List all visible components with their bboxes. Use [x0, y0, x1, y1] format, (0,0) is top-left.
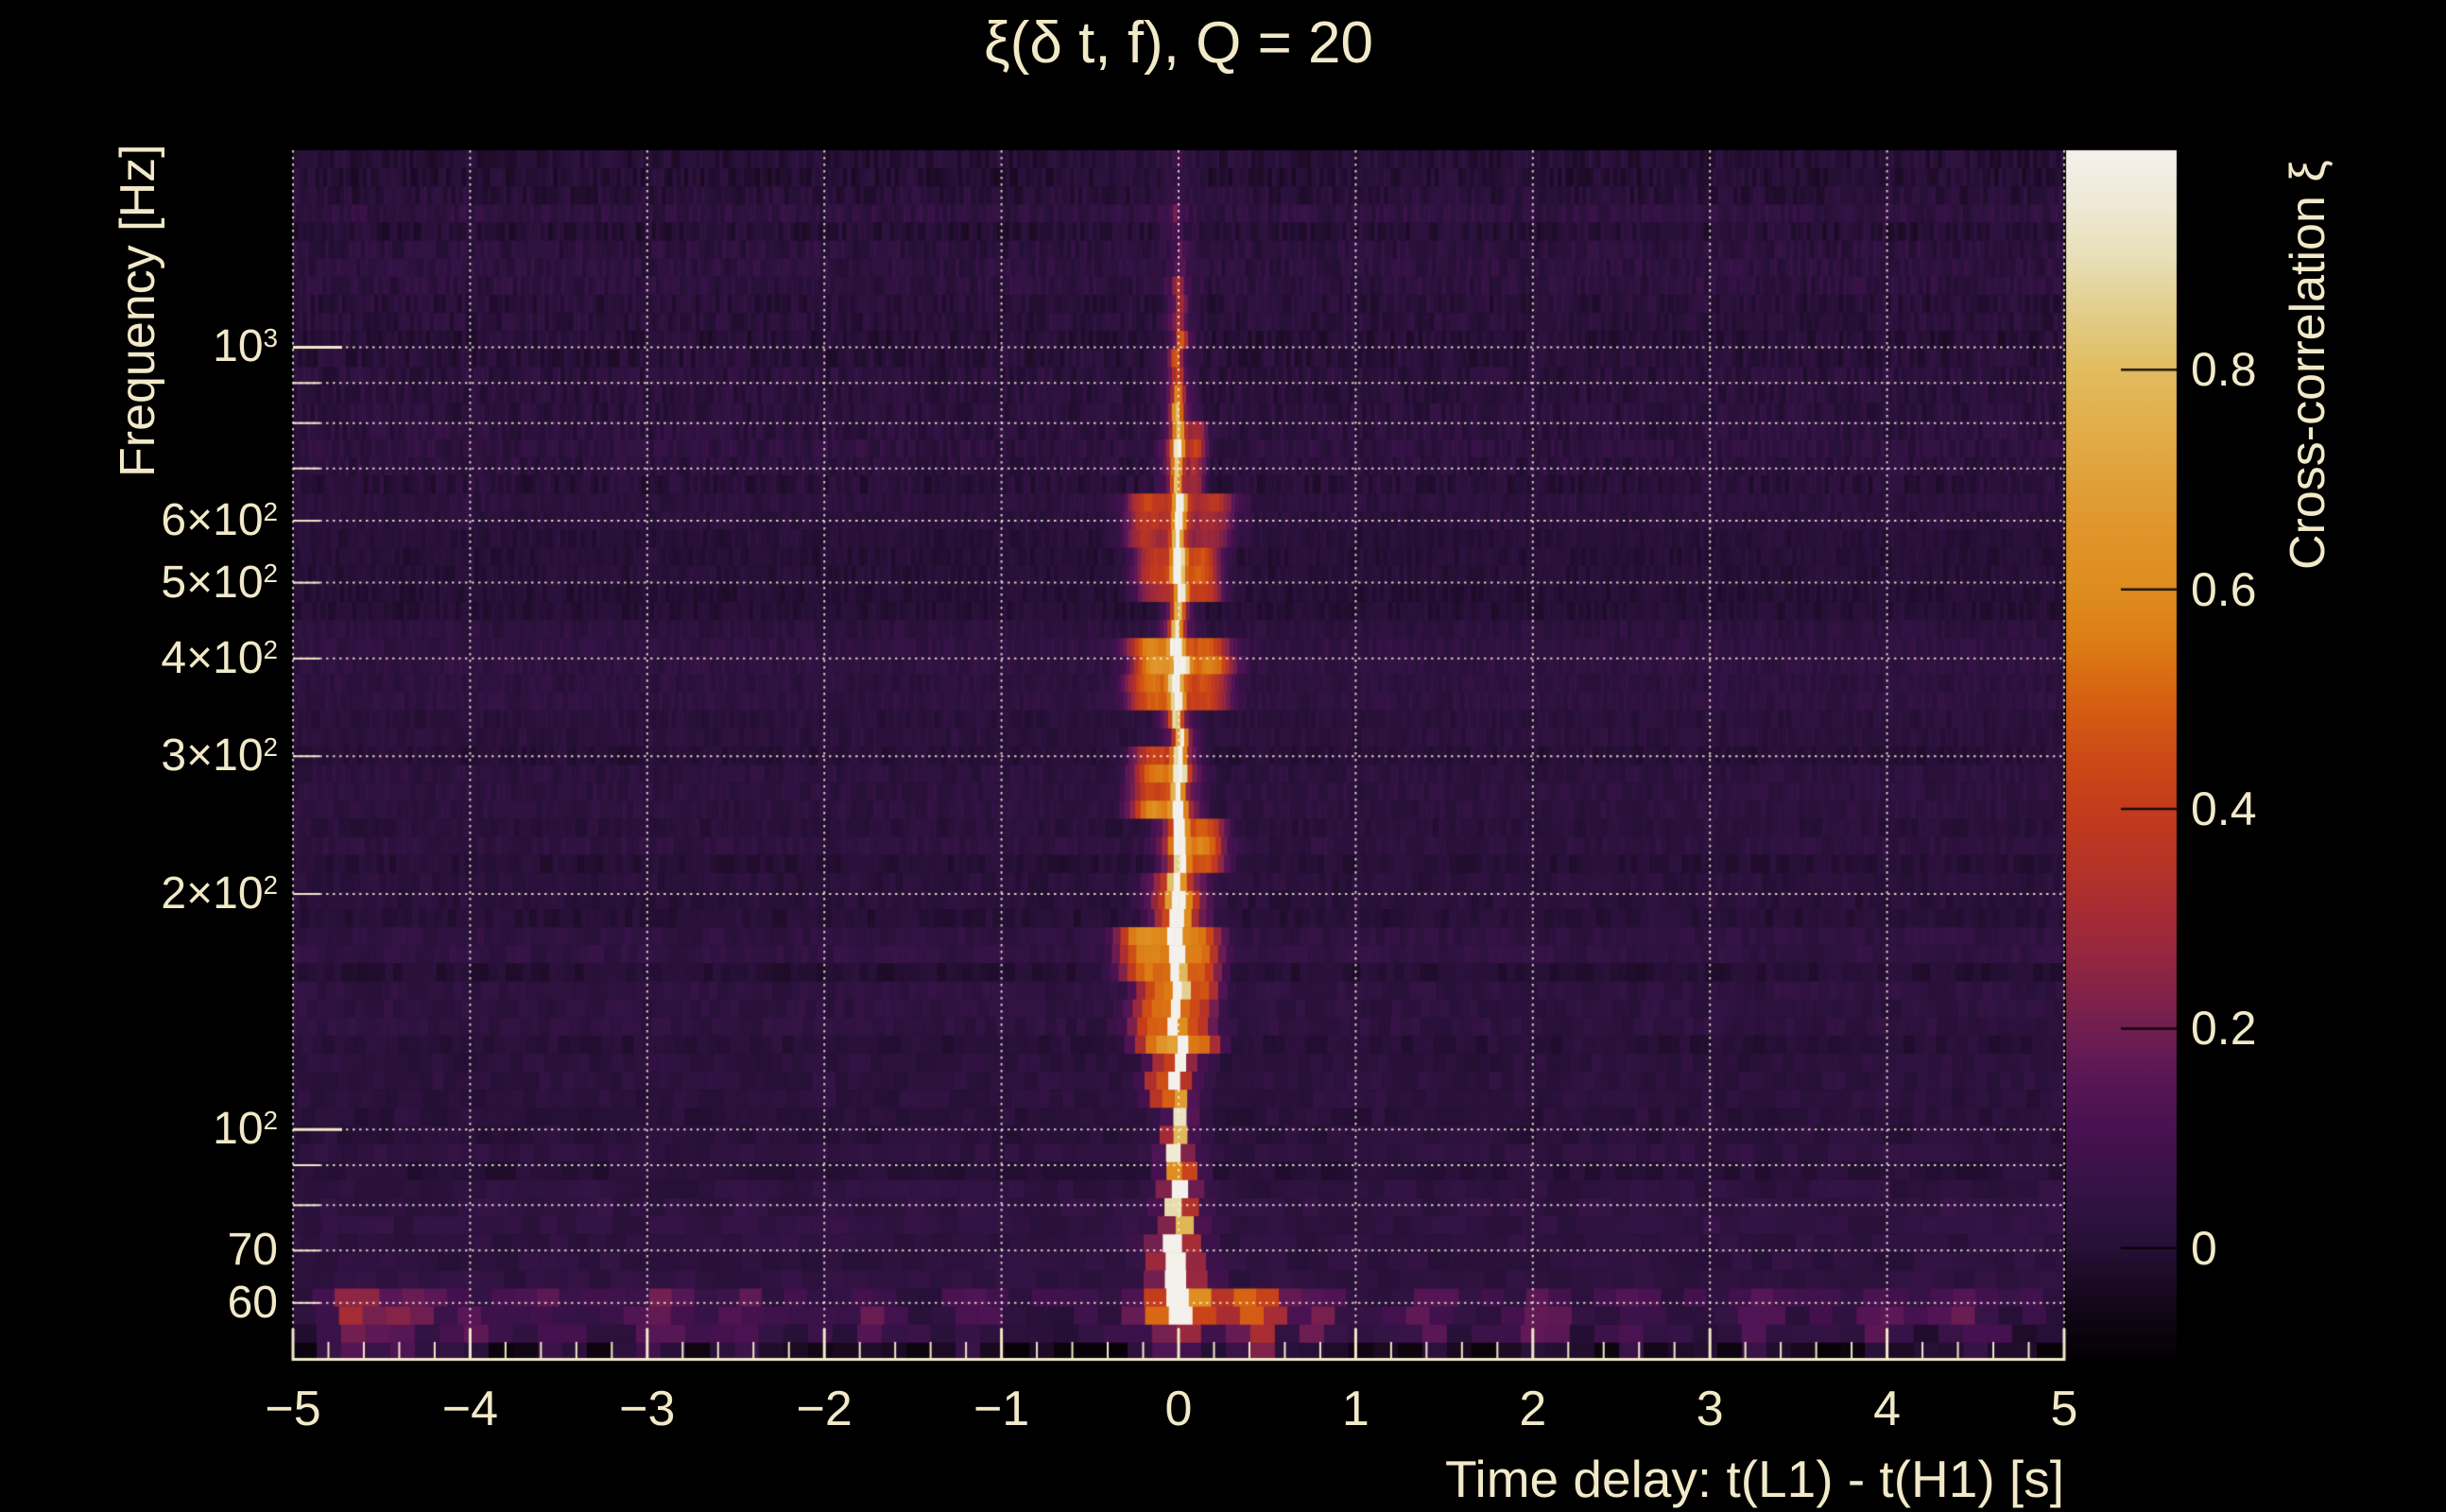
colorbar-tick-label: 0.8 — [2191, 343, 2257, 397]
y-tick-label: 102 — [213, 1104, 278, 1155]
x-tick-label: 0 — [1164, 1382, 1193, 1436]
x-tick-label: 5 — [2050, 1382, 2078, 1436]
x-tick-label: 4 — [1873, 1382, 1902, 1436]
x-tick-label: −3 — [619, 1382, 676, 1436]
y-tick-label: 5×102 — [161, 557, 278, 608]
x-tick-label: −1 — [973, 1382, 1030, 1436]
colorbar-tick-label: 0 — [2191, 1221, 2217, 1275]
y-tick-label: 70 — [227, 1225, 278, 1276]
x-tick-label: 2 — [1519, 1382, 1547, 1436]
x-axis-title: Time delay: t(L1) - t(H1) [s] — [1444, 1450, 2064, 1508]
colorbar-tick-label: 0.4 — [2191, 782, 2257, 836]
x-tick-label: 1 — [1341, 1382, 1369, 1436]
x-tick-label: −4 — [441, 1382, 499, 1436]
chart-title: ξ(δ t, f), Q = 20 — [984, 10, 1373, 76]
x-tick-label: 3 — [1696, 1382, 1724, 1436]
x-tick-label: −2 — [796, 1382, 853, 1436]
heatmap-canvas — [0, 0, 2446, 1512]
figure: ξ(δ t, f), Q = 20 Frequency [Hz] Time de… — [0, 0, 2446, 1512]
y-tick-label: 4×102 — [161, 632, 278, 683]
colorbar-tick-label: 0.6 — [2191, 562, 2257, 616]
y-tick-label: 60 — [227, 1277, 278, 1328]
colorbar-tick-label: 0.2 — [2191, 1002, 2257, 1056]
y-tick-label: 103 — [213, 321, 278, 372]
y-axis-title: Frequency [Hz] — [111, 144, 165, 477]
y-tick-label: 3×102 — [161, 730, 278, 782]
y-tick-label: 6×102 — [161, 495, 278, 546]
x-tick-label: −5 — [265, 1382, 321, 1436]
y-tick-label: 2×102 — [161, 868, 278, 919]
